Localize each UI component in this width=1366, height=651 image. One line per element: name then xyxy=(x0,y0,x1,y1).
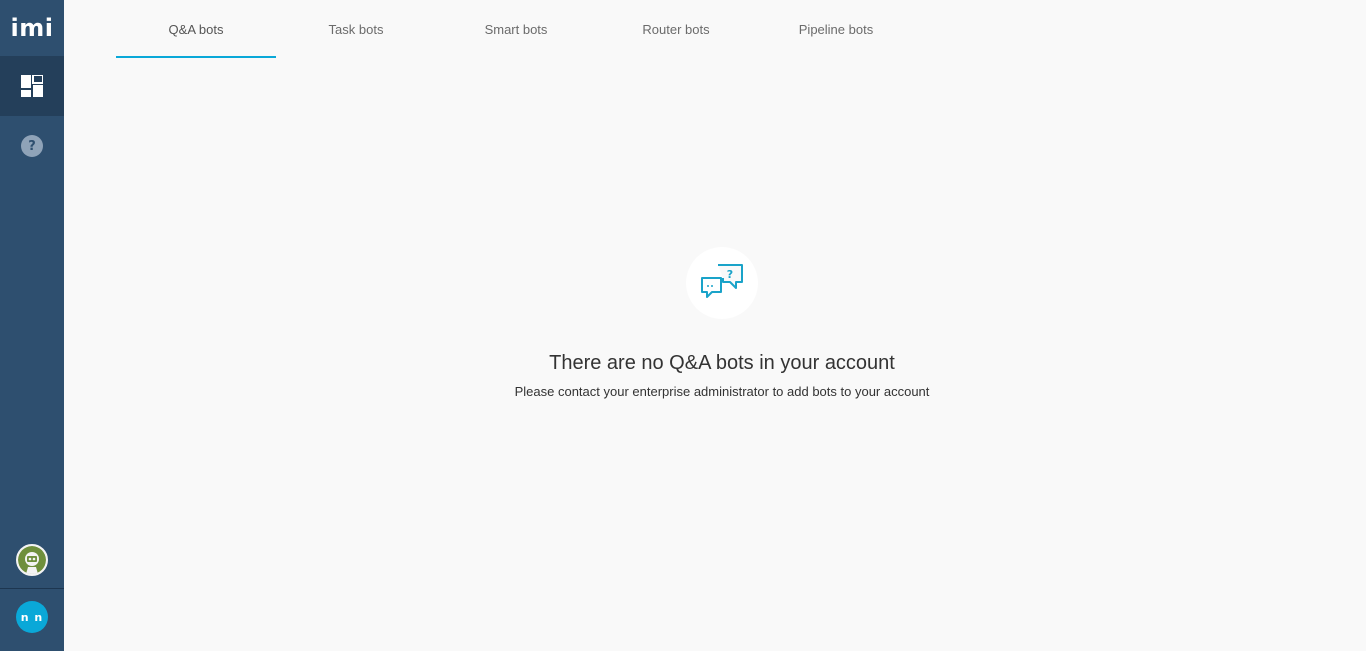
chat-question-icon: ? xyxy=(701,264,743,298)
svg-text:?: ? xyxy=(727,268,733,281)
empty-state-icon-wrap: ? xyxy=(686,247,758,319)
empty-state-subtitle: Please contact your enterprise administr… xyxy=(514,384,930,399)
sidebar-divider xyxy=(0,588,64,589)
empty-state-title: There are no Q&A bots in your account xyxy=(549,352,895,374)
tab-task-bots[interactable]: Task bots xyxy=(276,0,436,58)
sidebar: imi ? n n xyxy=(0,0,64,651)
tab-smart-bots[interactable]: Smart bots xyxy=(436,0,596,58)
robot-avatar-icon xyxy=(18,546,46,574)
tab-pipeline-bots[interactable]: Pipeline bots xyxy=(756,0,916,58)
tab-router-bots[interactable]: Router bots xyxy=(596,0,756,58)
help-icon: ? xyxy=(21,135,43,157)
workspace-avatar[interactable] xyxy=(16,544,48,576)
sidebar-item-help[interactable]: ? xyxy=(0,116,64,176)
sidebar-item-dashboard[interactable] xyxy=(0,56,64,116)
user-avatar[interactable]: n n xyxy=(16,601,48,633)
bot-type-tabs: Q&A bots Task bots Smart bots Router bot… xyxy=(116,0,916,58)
dashboard-icon xyxy=(21,75,43,97)
tab-qa-bots[interactable]: Q&A bots xyxy=(116,0,276,58)
app-logo[interactable]: imi xyxy=(0,0,64,56)
